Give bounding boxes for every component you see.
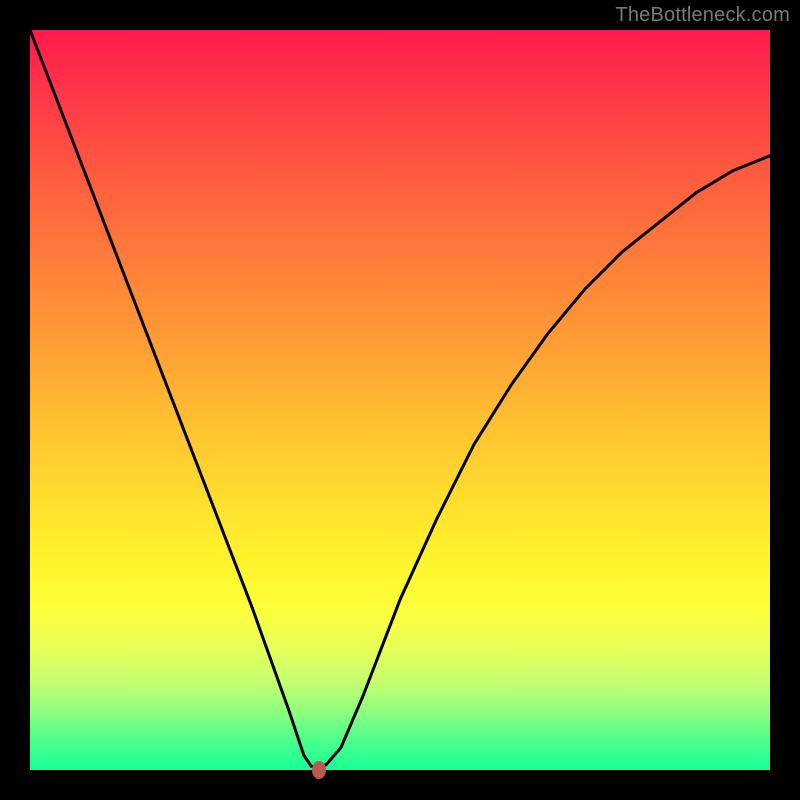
optimum-marker: [312, 761, 326, 779]
bottleneck-curve: [30, 30, 770, 770]
watermark-text: TheBottleneck.com: [615, 4, 790, 27]
chart-frame: TheBottleneck.com: [0, 0, 800, 800]
plot-area: [30, 30, 770, 770]
